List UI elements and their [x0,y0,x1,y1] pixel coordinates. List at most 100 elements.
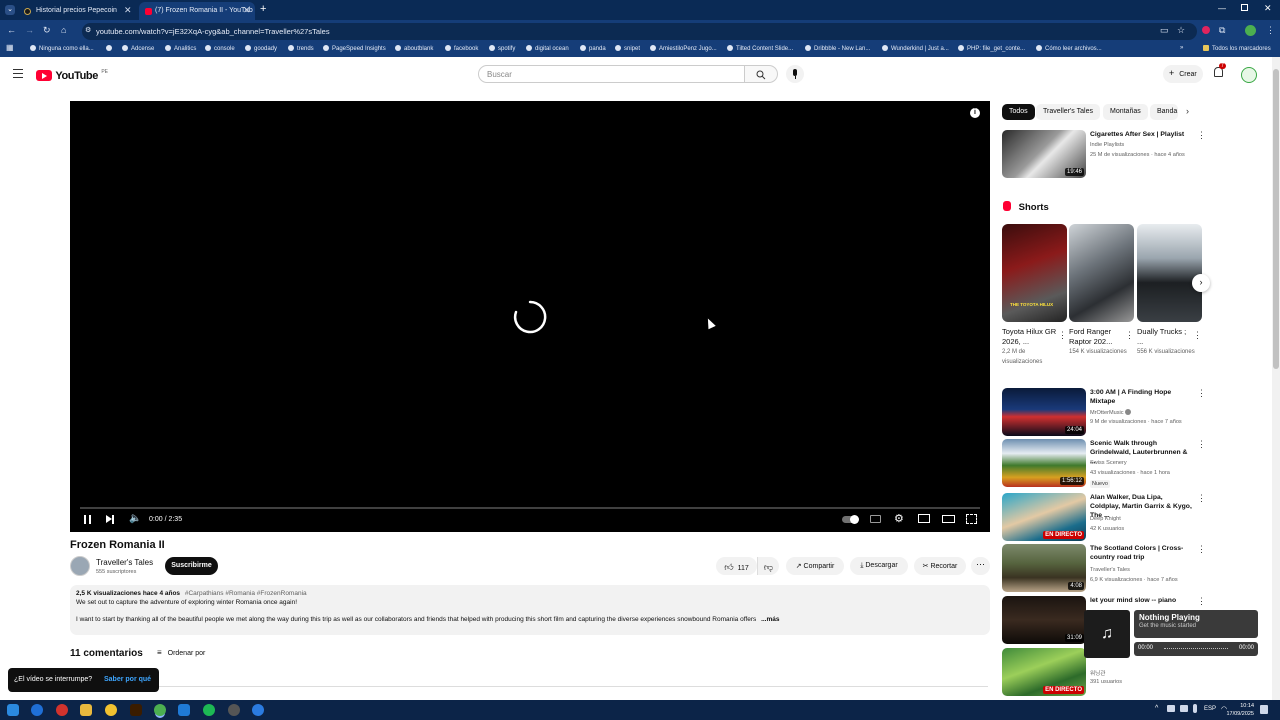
channel-name[interactable]: Deep Knight [1090,516,1121,522]
short-item[interactable]: Ford Ranger Raptor 202... 154 K visualiz… [1069,224,1134,357]
sidebar-video[interactable]: 19:46 Cigarettes After Sex | Playlist In… [1002,130,1206,178]
notifications-button[interactable]: 7 [1214,63,1226,77]
minimize-icon[interactable]: — [1218,4,1226,13]
sidebar-video[interactable]: EN DIRECTO Alan Walker, Dua Lipa, Coldpl… [1002,493,1206,541]
shorts-next-button[interactable]: › [1192,274,1210,292]
url-bar[interactable]: ⚙ youtube.com/watch?v=jE32XqA-cyg&ab_cha… [82,23,1197,40]
notification-center-icon[interactable] [1260,705,1268,714]
info-icon[interactable]: i [970,108,980,118]
download-button[interactable]: ⤓ Descargar [850,557,908,575]
short-item[interactable]: THE TOYOTA HILUX Toyota Hilux GR 2026, .… [1002,224,1067,367]
bookmark-item[interactable]: Tilted Content Slide... [727,45,793,52]
install-icon[interactable]: ▭ [1160,25,1169,36]
chip-travellers-tales[interactable]: Traveller's Tales [1036,104,1100,120]
learn-why-link[interactable]: Saber por qué [104,676,151,683]
description-box[interactable]: 2,5 K visualizaciones hace 4 años #Carpa… [70,585,990,635]
taskbar-app-icon[interactable] [56,704,68,716]
short-item[interactable]: Dually Trucks ; ... 556 K visualizacione… [1137,224,1202,357]
channel-name[interactable]: Indie Playlists [1090,142,1124,148]
account-avatar[interactable] [1241,67,1257,83]
channel-name[interactable]: Swiss Scenery [1090,460,1127,466]
short-thumbnail[interactable] [1137,224,1202,322]
bookmark-item[interactable]: panda [580,45,606,52]
autoplay-toggle[interactable] [842,515,859,524]
tray-icon[interactable] [1193,704,1197,713]
extensions-puzzle-icon[interactable]: ⧉ [1219,25,1225,36]
tray-icon[interactable] [1167,705,1175,712]
channel-name[interactable]: Traveller's Tales [1090,567,1130,573]
vscode-icon[interactable] [178,704,190,716]
chrome-active-icon[interactable] [154,704,166,716]
window-close-icon[interactable]: ✕ [1264,3,1272,14]
all-bookmarks-folder[interactable]: Todos los marcadores [1203,45,1271,52]
chip-montanas[interactable]: Montañas [1103,104,1148,120]
bookmark-item[interactable]: console [205,45,235,52]
comment-input-line[interactable] [100,686,988,687]
site-info-icon[interactable]: ⚙ [85,26,91,34]
channel-name[interactable]: Traveller's Tales [96,558,153,567]
chip-banda[interactable]: Banda [1150,104,1178,120]
volume-button[interactable]: 🔈 [129,513,141,524]
tray-chevron-icon[interactable]: ^ [1155,705,1158,712]
clip-button[interactable]: ✂ Recortar [914,557,966,575]
captions-icon[interactable] [870,515,881,523]
bookmarks-overflow-icon[interactable]: » [1180,45,1183,51]
more-vertical-icon[interactable]: ⋮ [1197,544,1206,555]
new-tab-icon[interactable]: + [260,3,266,15]
home-icon[interactable]: ⌂ [61,25,66,35]
profile-avatar[interactable] [1245,25,1256,36]
channel-name[interactable]: 워닝관 [1090,669,1105,677]
sort-comments-button[interactable]: ≡ Ordenar por [157,648,205,657]
extension-icon[interactable] [1202,26,1210,34]
more-vertical-icon[interactable]: ⋮ [1125,330,1134,341]
chrome-icon[interactable] [105,704,117,716]
video-player[interactable]: i [70,101,990,532]
bookmark-item[interactable] [106,45,115,52]
more-vertical-icon[interactable]: ⋮ [1197,130,1206,141]
sidebar-video[interactable]: 24:04 3:00 AM | A Finding Hope Mixtape M… [1002,388,1206,436]
theater-mode-icon[interactable] [942,515,955,523]
language-indicator[interactable]: ESP [1204,706,1216,712]
seek-track[interactable] [1164,648,1228,649]
clock[interactable]: 10:14 17/09/2025 [1222,702,1254,718]
like-button[interactable]: 👍︎ 117 [716,557,757,575]
show-more-link[interactable]: ...más [761,616,779,623]
chip-todos[interactable]: Todos [1002,104,1035,120]
more-vertical-icon[interactable]: ⋮ [1197,596,1206,607]
back-icon[interactable]: ← [7,25,16,35]
tab-close-icon[interactable]: ✕ [243,5,251,16]
music-miniplayer[interactable]: ♫ Nothing Playing Get the music started … [1084,610,1259,658]
bookmark-item[interactable]: Cómo leer archivos... [1036,45,1102,52]
start-button[interactable] [7,704,19,716]
more-actions-button[interactable]: ⋯ [971,557,990,575]
dislike-button[interactable]: 👎︎ [757,557,779,575]
bookmark-star-icon[interactable]: ☆ [1177,25,1185,36]
bookmark-item[interactable]: trends [288,45,314,52]
subscribe-button[interactable]: Suscribirme [165,557,218,575]
tray-icon[interactable] [1180,705,1188,712]
more-vertical-icon[interactable]: ⋮ [1058,330,1067,341]
bookmark-item[interactable]: snipet [615,45,640,52]
short-thumbnail[interactable] [1069,224,1134,322]
taskbar-app-icon[interactable] [228,704,240,716]
more-vertical-icon[interactable]: ⋮ [1193,330,1202,341]
chips-next-icon[interactable]: › [1186,106,1189,116]
progress-bar[interactable] [80,507,980,509]
miniplayer-seek[interactable]: 00:00 00:00 [1134,642,1258,656]
hashtags[interactable]: #Carpathians #Romania #FrozenRomania [185,590,307,597]
bookmark-item[interactable]: Ninguna como ella... [30,45,94,52]
bookmark-item[interactable]: aboutblank [395,45,433,52]
more-vertical-icon[interactable]: ⋮ [1197,439,1206,450]
channel-name[interactable]: MrOtterMusic [1090,409,1132,416]
bookmark-item[interactable]: goodady [245,45,277,52]
apps-grid-icon[interactable]: ▦ [6,43,14,52]
voice-search-button[interactable] [786,65,804,83]
bookmark-item[interactable]: Analitics [165,45,196,52]
tab-youtube[interactable]: (7) Frozen Romania II - YouTub ✕ [139,2,255,20]
search-button[interactable] [745,65,778,83]
file-explorer-icon[interactable] [80,704,92,716]
hamburger-menu-icon[interactable] [13,69,23,78]
short-thumbnail[interactable]: THE TOYOTA HILUX [1002,224,1067,322]
settings-gear-icon[interactable]: ⚙ [894,512,904,525]
page-scrollbar[interactable] [1272,57,1280,700]
